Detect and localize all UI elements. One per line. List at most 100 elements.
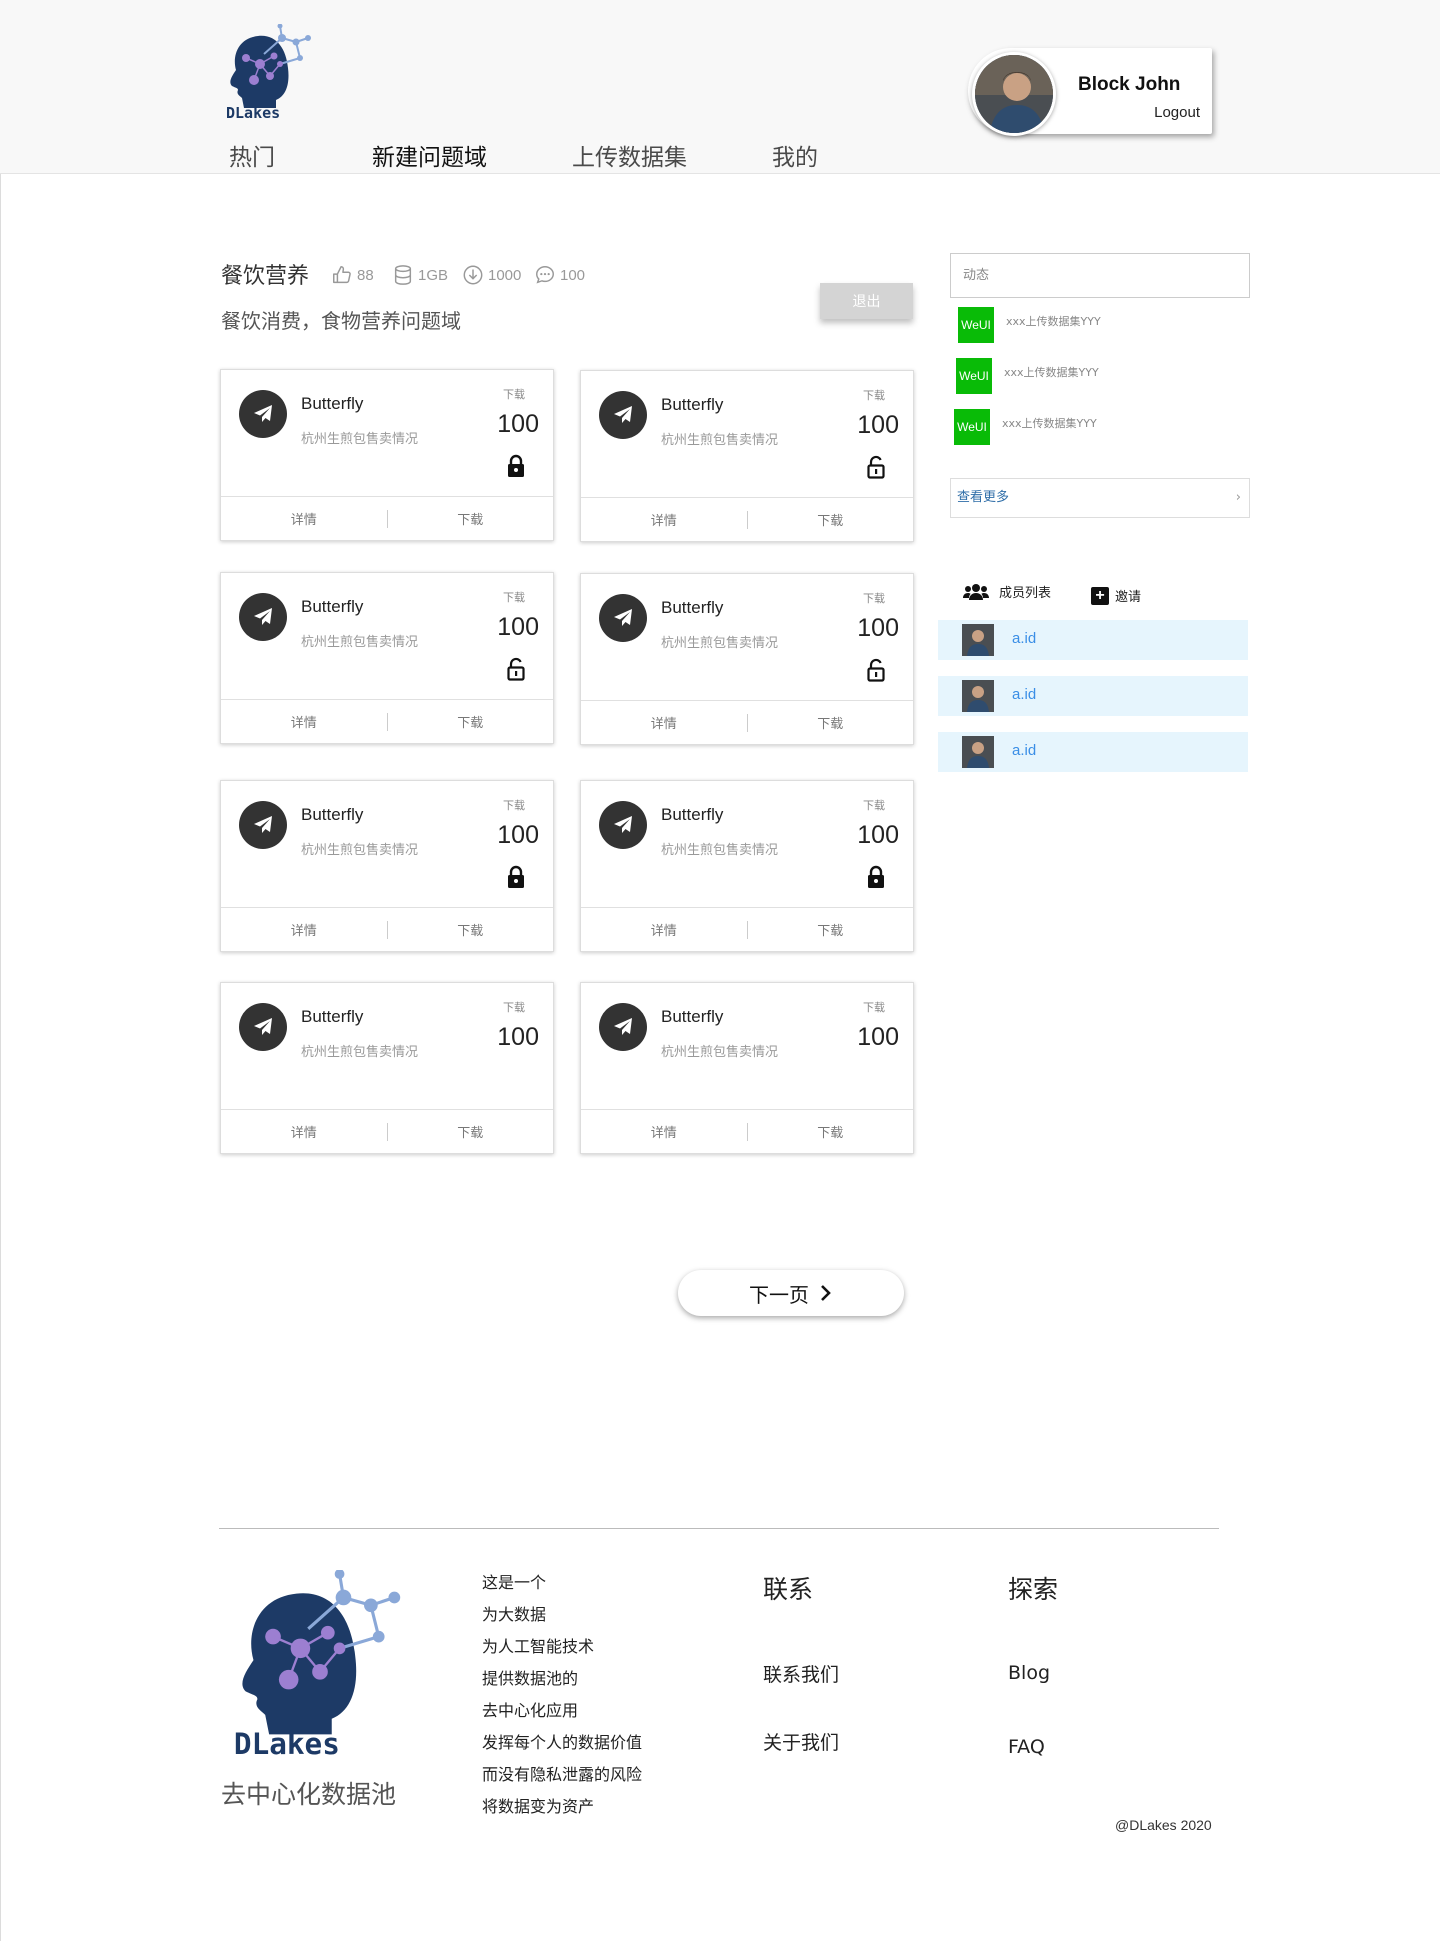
downloads-count: 1000 <box>488 266 522 284</box>
size-stat: 1GB <box>392 264 448 286</box>
thumbs-up-icon <box>333 266 351 284</box>
activity-search-input[interactable] <box>950 253 1250 298</box>
member-row[interactable]: a.id <box>938 620 1248 660</box>
card-download-label: 下载 <box>863 592 885 605</box>
plus-icon: + <box>1091 586 1109 605</box>
comment-icon <box>536 266 554 284</box>
member-avatar <box>962 624 994 656</box>
feed-item[interactable]: WeUI xxx上传数据集YYY <box>954 409 1244 447</box>
lock-icon <box>505 865 527 889</box>
card-title: Butterfly <box>301 394 364 413</box>
about-line: 去中心化应用 <box>482 1701 579 1720</box>
footer-divider <box>219 1528 1219 1529</box>
download-button[interactable]: 下载 <box>748 713 914 732</box>
feed-text: xxx上传数据集YYY <box>1004 366 1099 379</box>
feed-item[interactable]: WeUI xxx上传数据集YYY <box>958 307 1248 345</box>
paper-plane-icon <box>599 801 647 849</box>
likes-count: 88 <box>357 266 374 284</box>
dlakes-footer-logo: DLakes <box>234 1570 401 1758</box>
paper-plane-icon <box>599 391 647 439</box>
feed-text: xxx上传数据集YYY <box>1006 315 1101 328</box>
page-divider <box>0 174 1 1941</box>
card-subtitle: 杭州生煎包售卖情况 <box>661 843 779 858</box>
download-button[interactable]: 下载 <box>388 1122 554 1141</box>
card-download-count: 100 <box>497 821 539 849</box>
card-actions: 详情 下载 <box>581 1109 913 1153</box>
detail-button[interactable]: 详情 <box>221 509 387 528</box>
card-download-label: 下载 <box>863 389 885 402</box>
nav-new-domain[interactable]: 新建问题域 <box>372 138 487 172</box>
download-button[interactable]: 下载 <box>388 509 554 528</box>
invite-label: 邀请 <box>1115 590 1142 605</box>
detail-button[interactable]: 详情 <box>581 1122 747 1141</box>
download-button[interactable]: 下载 <box>748 510 914 529</box>
member-row[interactable]: a.id <box>938 732 1248 772</box>
paper-plane-icon <box>599 1003 647 1051</box>
logout-link[interactable]: Logout <box>1154 104 1200 121</box>
card-download-count: 100 <box>857 1023 899 1051</box>
dataset-card[interactable]: Butterfly 杭州生煎包售卖情况 下载 100 详情 下载 <box>580 982 914 1154</box>
download-button[interactable]: 下载 <box>388 920 554 939</box>
card-subtitle: 杭州生煎包售卖情况 <box>661 433 779 448</box>
card-download-label: 下载 <box>503 799 525 812</box>
download-button[interactable]: 下载 <box>748 920 914 939</box>
exit-button[interactable]: 退出 <box>820 283 913 319</box>
contact-heading: 联系 <box>763 1575 814 1604</box>
download-button[interactable]: 下载 <box>388 712 554 731</box>
dlakes-logo[interactable]: DLakes <box>224 24 316 120</box>
next-page-button[interactable]: 下一页 <box>678 1270 904 1316</box>
about-line: 发挥每个人的数据价值 <box>482 1733 643 1752</box>
member-avatar <box>962 680 994 712</box>
dataset-card[interactable]: Butterfly 杭州生煎包售卖情况 下载 100 详情 下载 <box>580 780 914 952</box>
blog-link[interactable]: Blog <box>1008 1662 1050 1684</box>
about-us-link[interactable]: 关于我们 <box>763 1728 839 1755</box>
size-value: 1GB <box>418 266 449 284</box>
footer-tagline: 去中心化数据池 <box>221 1780 397 1809</box>
member-avatar <box>962 736 994 768</box>
download-button[interactable]: 下载 <box>748 1122 914 1141</box>
card-subtitle: 杭州生煎包售卖情况 <box>661 1045 779 1060</box>
svg-text:DLakes: DLakes <box>226 104 280 120</box>
detail-button[interactable]: 详情 <box>581 920 747 939</box>
user-avatar[interactable] <box>972 52 1056 136</box>
members-header: 成员列表 <box>963 582 1051 601</box>
about-line: 这是一个 <box>482 1573 547 1592</box>
card-title: Butterfly <box>661 395 724 414</box>
invite-button[interactable]: + 邀请 <box>1091 586 1141 605</box>
card-actions: 详情 下载 <box>221 699 553 743</box>
detail-button[interactable]: 详情 <box>221 920 387 939</box>
detail-button[interactable]: 详情 <box>581 713 747 732</box>
detail-button[interactable]: 详情 <box>581 510 747 529</box>
weui-badge: WeUI <box>958 307 994 343</box>
weui-badge: WeUI <box>954 409 990 445</box>
members-label: 成员列表 <box>999 586 1052 601</box>
next-page-label: 下一页 <box>749 1282 809 1307</box>
feed-item[interactable]: WeUI xxx上传数据集YYY <box>956 358 1246 396</box>
comments-count: 100 <box>560 266 586 284</box>
member-row[interactable]: a.id <box>938 676 1248 716</box>
explore-heading: 探索 <box>1008 1575 1059 1604</box>
likes-stat[interactable]: 88 <box>331 264 374 286</box>
users-icon <box>963 583 989 600</box>
detail-button[interactable]: 详情 <box>221 1122 387 1141</box>
comments-stat[interactable]: 100 <box>534 264 585 286</box>
dataset-card[interactable]: Butterfly 杭州生煎包售卖情况 下载 100 详情 下载 <box>220 369 554 541</box>
dataset-card[interactable]: Butterfly 杭州生煎包售卖情况 下载 100 详情 下载 <box>220 982 554 1154</box>
card-download-count: 100 <box>857 614 899 642</box>
see-more-button[interactable]: 查看更多 › <box>950 478 1250 518</box>
detail-button[interactable]: 详情 <box>221 712 387 731</box>
contact-us-link[interactable]: 联系我们 <box>763 1660 839 1687</box>
dataset-card[interactable]: Butterfly 杭州生煎包售卖情况 下载 100 详情 下载 <box>220 572 554 744</box>
nav-mine[interactable]: 我的 <box>772 138 818 172</box>
card-download-label: 下载 <box>863 799 885 812</box>
dataset-card[interactable]: Butterfly 杭州生煎包售卖情况 下载 100 详情 下载 <box>220 780 554 952</box>
chevron-right-icon <box>821 1285 831 1301</box>
copyright: @DLakes 2020 <box>1115 1817 1212 1833</box>
dataset-card[interactable]: Butterfly 杭州生煎包售卖情况 下载 100 详情 下载 <box>580 573 914 745</box>
svg-text:DLakes: DLakes <box>234 1727 340 1758</box>
nav-upload-dataset[interactable]: 上传数据集 <box>572 138 687 172</box>
nav-hot[interactable]: 热门 <box>229 138 275 172</box>
dataset-card[interactable]: Butterfly 杭州生煎包售卖情况 下载 100 详情 下载 <box>580 370 914 542</box>
faq-link[interactable]: FAQ <box>1008 1736 1045 1758</box>
chevron-right-icon: › <box>1235 490 1241 505</box>
